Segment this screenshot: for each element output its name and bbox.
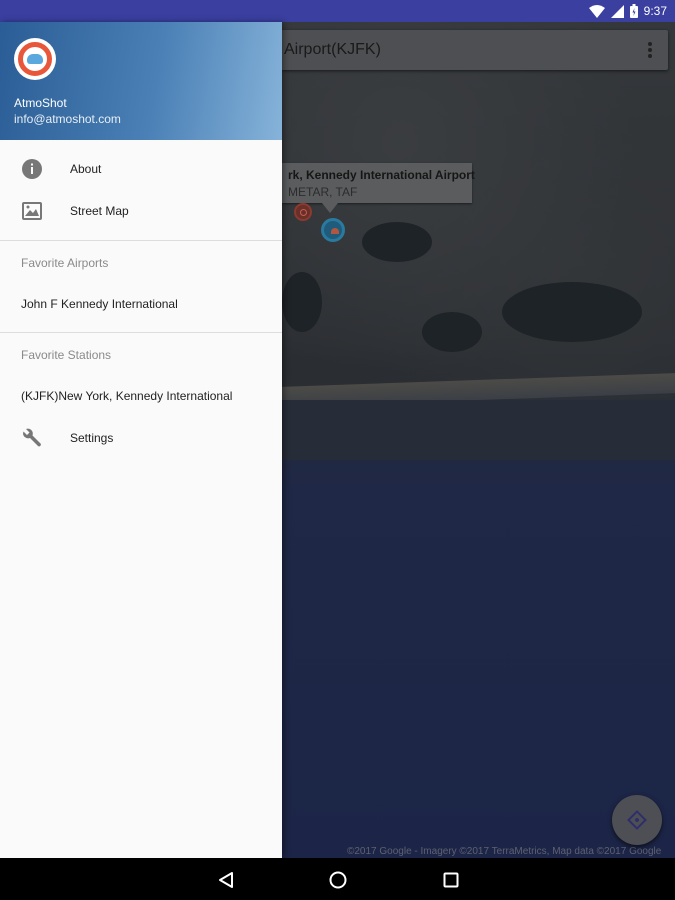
favorite-station-item[interactable]: (KJFK)New York, Kennedy International bbox=[0, 375, 282, 417]
info-window-pointer bbox=[322, 203, 338, 213]
drawer-item-label: Street Map bbox=[70, 204, 129, 218]
my-location-icon bbox=[627, 810, 647, 830]
drawer-item-label: About bbox=[70, 162, 102, 176]
map-copyright: ©2017 Google - Imagery ©2017 TerraMetric… bbox=[347, 846, 662, 857]
signal-icon bbox=[610, 4, 624, 18]
wifi-icon bbox=[588, 4, 605, 18]
recents-icon[interactable] bbox=[440, 869, 462, 891]
my-location-button[interactable] bbox=[612, 795, 662, 845]
system-nav-bar bbox=[0, 858, 675, 900]
drawer-header: AtmoShot info@atmoshot.com bbox=[0, 22, 282, 140]
battery-icon bbox=[629, 4, 638, 18]
airport-marker[interactable] bbox=[294, 203, 312, 221]
app-logo bbox=[14, 38, 56, 80]
account-email: info@atmoshot.com bbox=[14, 112, 121, 126]
map-water-inlet bbox=[422, 312, 482, 352]
back-icon[interactable] bbox=[215, 869, 237, 891]
search-bar[interactable]: Airport(KJFK) bbox=[282, 30, 668, 70]
status-icons: 9:37 bbox=[588, 0, 667, 22]
map-water-inlet bbox=[362, 222, 432, 262]
divider bbox=[0, 240, 282, 241]
map-water-inlet bbox=[282, 272, 322, 332]
status-bar: 9:37 bbox=[0, 0, 675, 22]
favorite-airport-item[interactable]: John F Kennedy International bbox=[0, 283, 282, 325]
app-name: AtmoShot bbox=[14, 96, 67, 110]
info-window-subtitle: METAR, TAF bbox=[288, 185, 358, 199]
map-ocean bbox=[282, 400, 675, 460]
weather-station-marker[interactable] bbox=[321, 218, 345, 242]
search-text[interactable]: Airport(KJFK) bbox=[284, 41, 381, 59]
overflow-menu-icon[interactable] bbox=[648, 42, 652, 58]
info-icon bbox=[21, 158, 43, 180]
favorite-station-label: (KJFK)New York, Kennedy International bbox=[21, 389, 233, 403]
drawer-item-about[interactable]: About bbox=[0, 148, 282, 190]
drawer-item-street-map[interactable]: Street Map bbox=[0, 190, 282, 232]
drawer-item-label: Settings bbox=[70, 431, 114, 445]
divider bbox=[0, 332, 282, 333]
favorite-airport-label: John F Kennedy International bbox=[21, 297, 178, 311]
navigation-drawer: AtmoShot info@atmoshot.com About Street … bbox=[0, 22, 282, 858]
status-time: 9:37 bbox=[643, 4, 667, 18]
home-icon[interactable] bbox=[327, 869, 349, 891]
drawer-item-settings[interactable]: Settings bbox=[0, 417, 282, 459]
favorite-airports-title: Favorite Airports bbox=[21, 256, 109, 270]
map-icon bbox=[21, 200, 43, 222]
map-water-inlet bbox=[502, 282, 642, 342]
wrench-icon bbox=[21, 427, 43, 449]
map-view[interactable] bbox=[282, 22, 675, 858]
info-window-title: rk, Kennedy International Airport bbox=[288, 168, 475, 182]
favorite-stations-title: Favorite Stations bbox=[21, 348, 112, 362]
marker-info-window[interactable]: rk, Kennedy International Airport METAR,… bbox=[282, 163, 475, 203]
